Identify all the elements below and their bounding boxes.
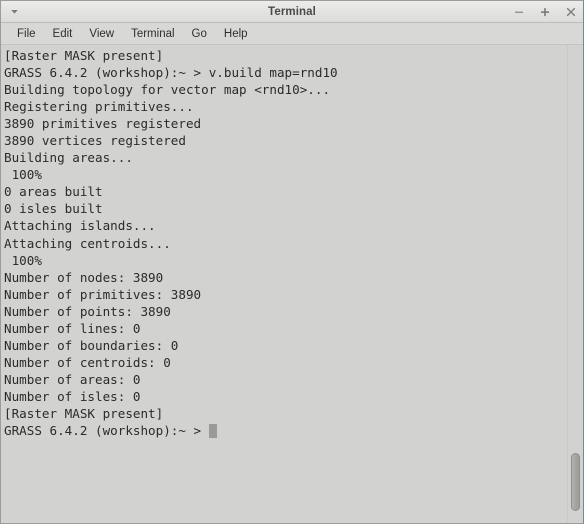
terminal-line: Registering primitives... — [4, 99, 194, 115]
terminal-prompt-line[interactable]: GRASS 6.4.2 (workshop):~ > — [4, 422, 567, 439]
terminal-line: Number of centroids: 0 — [4, 354, 171, 370]
terminal-line: [Raster MASK present] — [4, 405, 164, 421]
window-controls — [512, 1, 577, 22]
terminal-line: Number of areas: 0 — [4, 371, 141, 387]
chevron-down-icon — [9, 6, 20, 17]
window-titlebar[interactable]: Terminal — [1, 1, 583, 23]
terminal-line: Building topology for vector map <rnd10>… — [4, 82, 331, 98]
terminal-line: 100% — [4, 167, 42, 183]
terminal-line: Attaching islands... — [4, 218, 156, 234]
terminal-prompt: GRASS 6.4.2 (workshop):~ > — [4, 423, 209, 439]
terminal-line: 0 areas built — [4, 184, 103, 200]
terminal-line: 3890 primitives registered — [4, 116, 202, 132]
minimize-button[interactable] — [512, 5, 525, 18]
menu-item-view[interactable]: View — [81, 26, 123, 42]
terminal-line: Number of isles: 0 — [4, 388, 141, 404]
terminal-line: Number of primitives: 3890 — [4, 286, 202, 302]
terminal-line: Number of points: 3890 — [4, 303, 171, 319]
menu-item-edit[interactable]: Edit — [45, 26, 82, 42]
window-title: Terminal — [268, 5, 316, 18]
terminal-line: Number of boundaries: 0 — [4, 337, 179, 353]
maximize-icon — [539, 6, 551, 18]
terminal-line: Number of nodes: 3890 — [4, 269, 164, 285]
minimize-icon — [513, 6, 525, 18]
maximize-button[interactable] — [538, 5, 551, 18]
terminal-output[interactable]: [Raster MASK present] GRASS 6.4.2 (worksh… — [1, 45, 567, 523]
menubar: File Edit View Terminal Go Help — [1, 23, 583, 45]
terminal-line: Number of lines: 0 — [4, 320, 141, 336]
terminal-line: 100% — [4, 252, 42, 268]
terminal-line: Attaching centroids... — [4, 235, 171, 251]
terminal-line: Building areas... — [4, 150, 133, 166]
terminal-window: Terminal File Edit View Terminal Go Help… — [0, 0, 584, 524]
terminal-line: [Raster MASK present] — [4, 48, 164, 63]
window-menu-button[interactable] — [1, 1, 27, 22]
terminal-cursor — [208, 424, 217, 439]
menu-item-file[interactable]: File — [9, 26, 45, 42]
terminal-line: GRASS 6.4.2 (workshop):~ > v.build map=r… — [4, 65, 338, 81]
menu-item-go[interactable]: Go — [184, 26, 216, 42]
scrollbar-thumb[interactable] — [571, 453, 580, 511]
terminal-line: 3890 vertices registered — [4, 133, 186, 149]
menu-item-terminal[interactable]: Terminal — [123, 26, 183, 42]
close-button[interactable] — [564, 5, 577, 18]
vertical-scrollbar[interactable] — [567, 45, 583, 523]
terminal-line: 0 isles built — [4, 201, 103, 217]
menu-item-help[interactable]: Help — [216, 26, 257, 42]
terminal-body: [Raster MASK present] GRASS 6.4.2 (worksh… — [1, 45, 583, 523]
close-icon — [565, 6, 577, 18]
